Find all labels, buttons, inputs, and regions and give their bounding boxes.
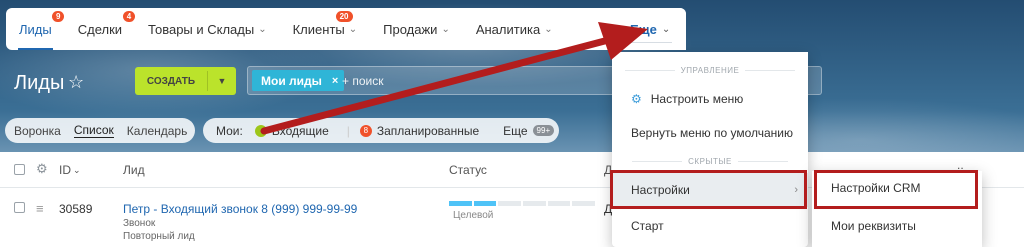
row-checkbox[interactable] [14,202,25,213]
search-placeholder: + поиск [342,74,384,88]
select-all-checkbox[interactable] [14,164,25,175]
top-navigation: Лиды 9 Сделки 4 Товары и Склады ⌄ Клиент… [6,8,686,50]
chevron-down-icon: ⌄ [661,23,671,35]
sort-icon[interactable]: ⌄ [73,165,81,176]
divider [626,42,672,43]
more-dropdown-menu: УПРАВЛЕНИЕ ⚙ Настроить меню Вернуть меню… [612,52,808,247]
filter-chip[interactable]: Мои лиды × [252,70,345,91]
menu-item-start[interactable]: Старт [612,209,808,243]
row-id: 30589 [59,202,93,216]
my-counters: Мои: Входящие | 8 Запланированные Еще 99… [203,118,559,143]
page-title: Лиды [14,72,65,94]
highlight-box-crm-settings [814,170,978,209]
create-button[interactable]: СОЗДАТЬ ▼ [135,67,236,95]
nav-badge-deals: 4 [122,11,136,22]
submenu-item-requisites[interactable]: Мои реквизиты [812,209,982,243]
lead-title-link[interactable]: Петр - Входящий звонок 8 (999) 999-99-99 [123,202,357,216]
column-status[interactable]: Статус [449,163,487,177]
lead-repeat: Повторный лид [123,231,195,242]
chevron-down-icon: ⌄ [348,23,358,35]
active-underline [18,48,53,50]
nav-item-sales[interactable]: Продажи ⌄ [370,8,463,50]
view-tab-funnel[interactable]: Воронка [14,124,61,138]
divider: | [346,123,350,138]
close-icon[interactable]: × [332,75,338,87]
planned-link[interactable]: Запланированные [377,124,479,138]
nav-item-clients[interactable]: Клиенты ⌄ 20 [280,8,371,50]
planned-count: 8 [359,124,372,137]
status-progress[interactable] [449,201,596,206]
menu-section-manage: УПРАВЛЕНИЕ [612,66,808,75]
menu-item-label: Вернуть меню по умолчанию [631,126,793,140]
gear-icon[interactable]: ⚙ [36,161,48,177]
column-lead[interactable]: Лид [123,163,145,177]
nav-more-label: Еще [630,21,657,37]
drag-handle-icon[interactable]: ≡ [36,201,44,216]
nav-item-label: Сделки [77,21,123,37]
nav-badge-clients: 20 [335,11,353,22]
menu-item-reset[interactable]: Вернуть меню по умолчанию [612,116,808,150]
gear-icon: ⚙ [631,92,642,106]
view-tab-list[interactable]: Список [73,123,114,138]
nav-item-label: Аналитика [475,21,541,37]
chevron-down-icon: ⌄ [258,23,267,35]
incoming-link[interactable]: Входящие [272,124,329,138]
nav-item-label: Товары и Склады [148,21,255,37]
create-button-label: СОЗДАТЬ [146,75,196,87]
nav-item-label: Лиды [19,21,52,37]
menu-section-hidden: СКРЫТЫЕ [612,157,808,166]
incoming-dot-icon [254,124,267,137]
lead-source: Звонок [123,218,156,229]
chevron-down-icon: ⌄ [441,23,450,35]
more-counters-link[interactable]: Еще [503,124,527,138]
nav-item-leads[interactable]: Лиды 9 [6,8,65,50]
more-counters-badge: 99+ [532,125,555,136]
nav-item-deals[interactable]: Сделки 4 [65,8,136,50]
nav-item-more[interactable]: Еще ⌄ [612,8,686,50]
nav-item-analytics[interactable]: Аналитика ⌄ [463,8,566,50]
column-id[interactable]: ID [59,163,71,177]
menu-item-label: Старт [631,219,664,233]
nav-badge-leads: 9 [52,11,65,22]
submenu-item-label: Мои реквизиты [831,219,916,233]
view-tab-calendar[interactable]: Календарь [127,124,188,138]
nav-item-label: Клиенты [292,21,345,37]
star-icon[interactable]: ☆ [68,72,84,93]
status-label: Целевой [453,210,494,221]
chevron-down-icon: ⌄ [544,23,553,35]
menu-item-configure[interactable]: ⚙ Настроить меню [612,82,808,116]
view-switcher: Воронка Список Календарь [5,118,195,143]
caret-down-icon[interactable]: ▼ [208,67,236,95]
filter-chip-label: Мои лиды [261,73,322,88]
highlight-box-settings [610,170,807,209]
mine-label: Мои: [216,123,243,138]
nav-item-products[interactable]: Товары и Склады ⌄ [135,8,280,50]
nav-item-label: Продажи [383,21,438,37]
menu-item-label: Настроить меню [650,92,744,106]
